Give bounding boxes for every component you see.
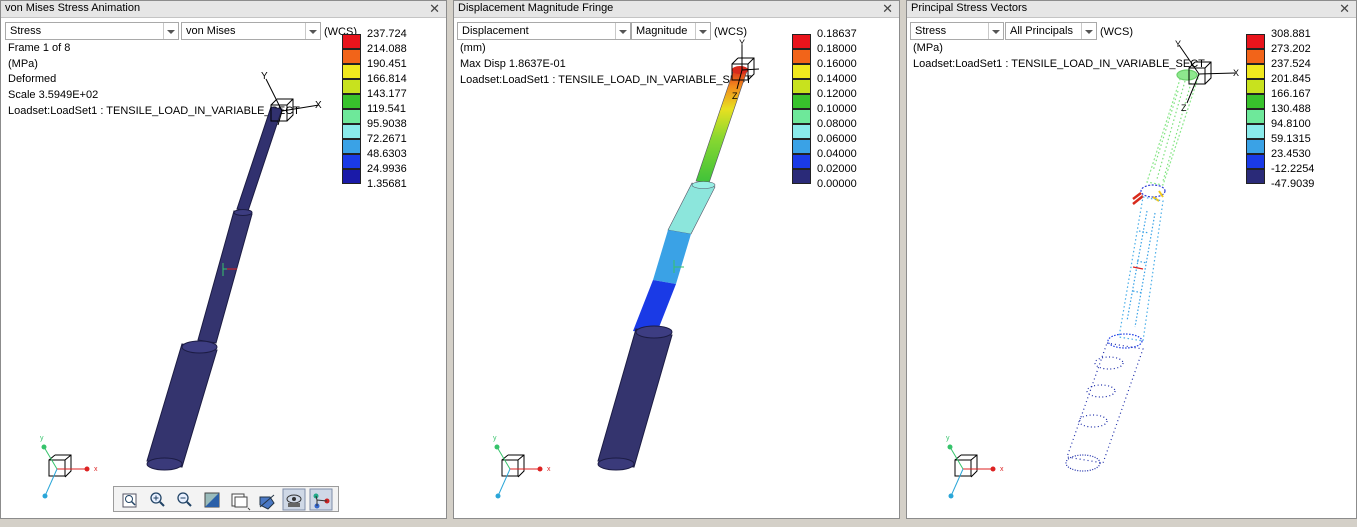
svg-text:y: y	[40, 435, 44, 442]
svg-text:Y: Y	[739, 38, 745, 48]
svg-text:y: y	[946, 435, 950, 442]
svg-text:Y: Y	[261, 71, 268, 82]
svg-text:Z: Z	[1181, 103, 1187, 113]
spin-center-icon[interactable]	[259, 494, 275, 510]
shaded-view-icon[interactable]	[204, 492, 220, 508]
svg-text:y: y	[493, 435, 497, 442]
shaft-model	[597, 66, 748, 471]
stress-animation-panel: von Mises Stress Animation ✕ Stress von …	[0, 0, 447, 519]
svg-text:x: x	[94, 466, 98, 473]
svg-text:x: x	[1000, 466, 1004, 473]
shaft-model	[146, 106, 283, 471]
triad-axes: y x	[493, 435, 551, 499]
svg-text:Y: Y	[1175, 39, 1181, 49]
triad-axes: y x	[946, 435, 1004, 499]
refit-icon[interactable]	[122, 493, 137, 508]
zoom-in-icon[interactable]	[150, 492, 165, 507]
triad-axes: y x	[40, 435, 98, 499]
svg-text:X: X	[1233, 68, 1239, 78]
zoom-out-icon[interactable]	[177, 492, 192, 507]
svg-text:x: x	[547, 466, 551, 473]
principal-stress-panel: Principal Stress Vectors ✕ Stress All Pr…	[906, 0, 1357, 519]
displacement-fringe-panel: Displacement Magnitude Fringe ✕ Displace…	[453, 0, 900, 519]
saved-views-icon[interactable]	[231, 493, 251, 511]
view-toolbar	[113, 486, 339, 512]
svg-text:Z: Z	[732, 91, 738, 101]
svg-text:X: X	[315, 100, 322, 111]
stress-vector-cloud	[1065, 69, 1200, 472]
